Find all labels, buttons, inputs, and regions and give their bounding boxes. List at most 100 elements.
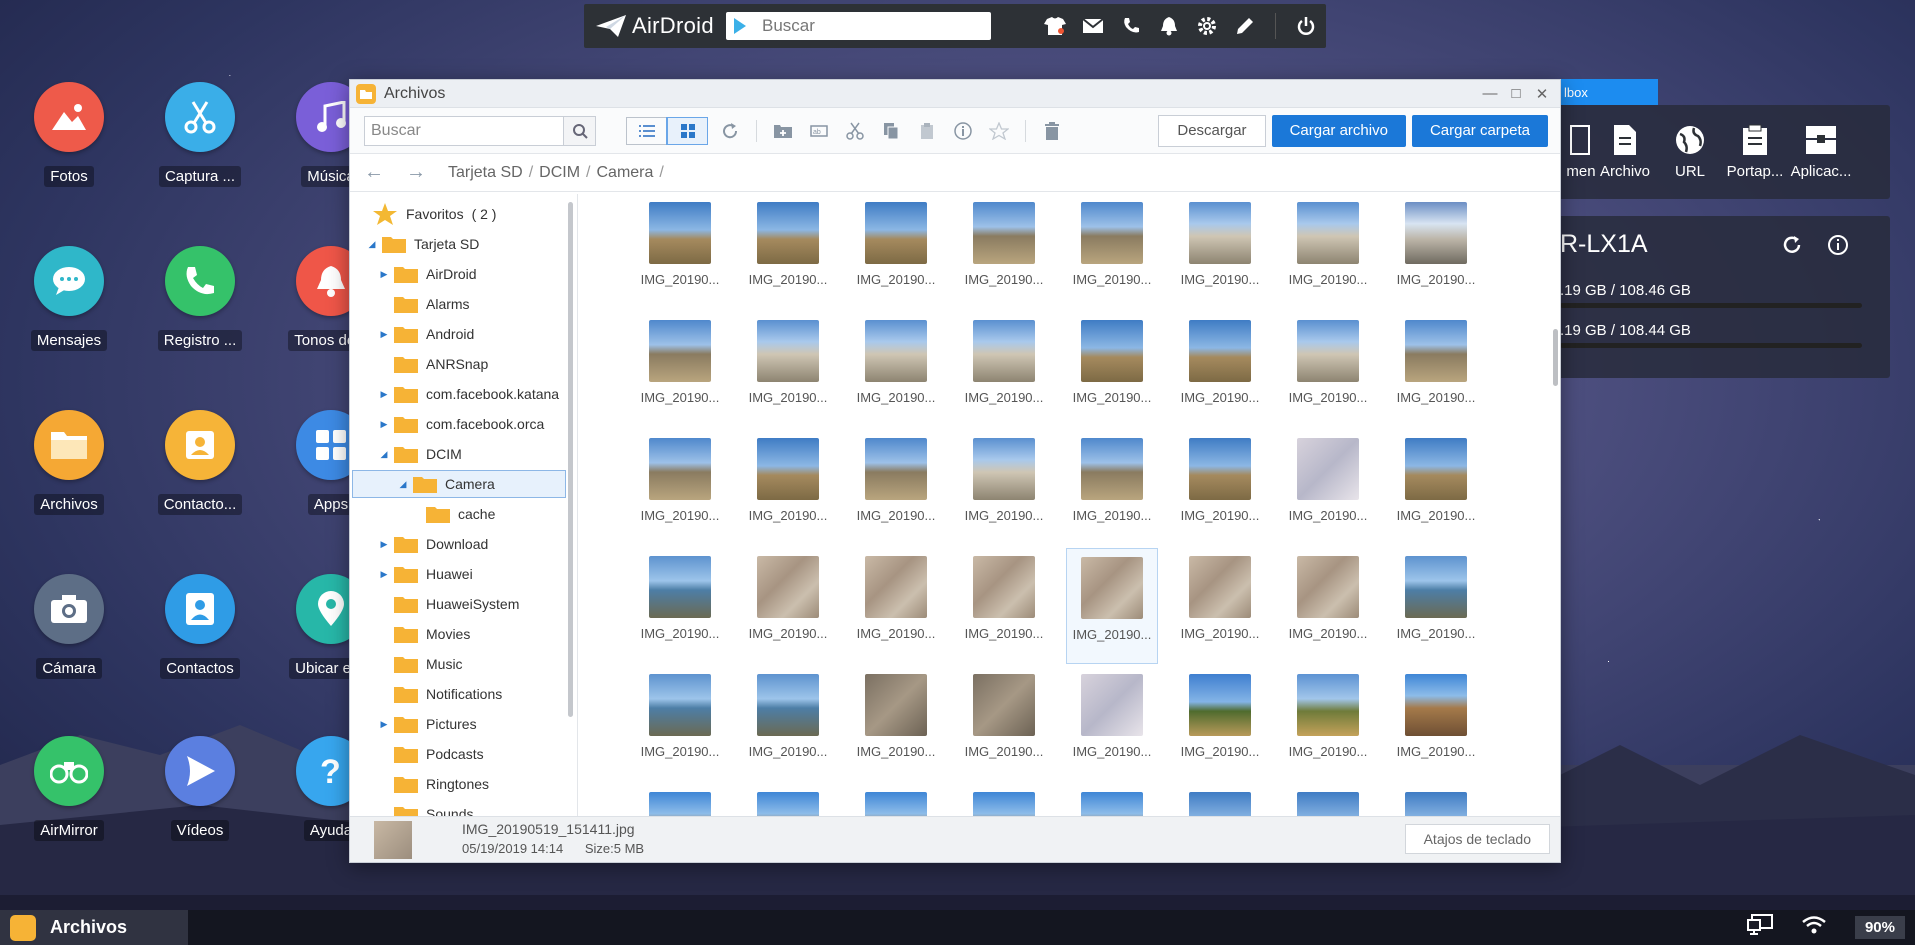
- file-item[interactable]: IMG_20190...: [958, 312, 1050, 428]
- file-item[interactable]: IMG_20190...: [850, 666, 942, 782]
- file-item[interactable]: IMG_20190...: [742, 194, 834, 310]
- tree-item[interactable]: ▶ Huawei: [378, 560, 473, 588]
- expanded-icon[interactable]: ◢: [378, 449, 390, 460]
- bell-icon[interactable]: [1157, 14, 1181, 38]
- tree-item[interactable]: ◢ Camera: [352, 470, 566, 498]
- grid-scrollbar[interactable]: [1553, 329, 1558, 386]
- tree-item[interactable]: ▶ Pictures: [378, 710, 477, 738]
- forward-icon[interactable]: →: [406, 161, 428, 184]
- copy-icon[interactable]: [877, 118, 905, 144]
- file-item[interactable]: IMG_20190...: [850, 194, 942, 310]
- file-item[interactable]: IMG_20190...: [1390, 194, 1482, 310]
- expanded-icon[interactable]: ◢: [397, 479, 409, 490]
- file-item[interactable]: IMG_20190...: [634, 666, 726, 782]
- tree-item[interactable]: Ringtones: [378, 770, 489, 798]
- tree-favorites[interactable]: Favoritos ( 2 ): [372, 200, 496, 228]
- toolbox-item-url[interactable]: URL: [1655, 123, 1725, 180]
- file-item[interactable]: IMG_20190...: [1066, 430, 1158, 546]
- file-item[interactable]: IMG_20190...: [958, 666, 1050, 782]
- tree-item-sd[interactable]: ◢ Tarjeta SD: [366, 230, 479, 258]
- file-item[interactable]: IMG_20190...: [1174, 666, 1266, 782]
- file-item[interactable]: IMG_20190...: [742, 312, 834, 428]
- grid-view-icon[interactable]: [666, 116, 708, 145]
- file-item[interactable]: IMG_20190...: [1174, 312, 1266, 428]
- back-icon[interactable]: ←: [364, 161, 386, 184]
- maximize-icon[interactable]: □: [1506, 85, 1526, 103]
- tree-item[interactable]: Alarms: [378, 290, 470, 318]
- file-item[interactable]: IMG_20190...: [1066, 666, 1158, 782]
- tree-item[interactable]: ▶ Android: [378, 320, 474, 348]
- toolbox-item-apps[interactable]: Aplicac...: [1786, 123, 1856, 180]
- file-item[interactable]: IMG_20190...: [634, 430, 726, 546]
- airdroid-logo[interactable]: AirDroid: [596, 13, 726, 39]
- file-item[interactable]: IMG_20190...: [850, 784, 942, 818]
- file-item[interactable]: IMG_20190...: [1174, 194, 1266, 310]
- desktop-app-contacts-card[interactable]: Contacto...: [145, 410, 255, 520]
- desktop-app-scissors[interactable]: Captura ...: [145, 82, 255, 192]
- tree-item[interactable]: Movies: [378, 620, 470, 648]
- file-item[interactable]: IMG_20190...: [850, 548, 942, 664]
- monitor-icon[interactable]: [1746, 914, 1773, 941]
- file-item[interactable]: IMG_20190...: [1066, 194, 1158, 310]
- collapsed-icon[interactable]: ▶: [378, 269, 390, 280]
- desktop-app-call-log[interactable]: Registro ...: [145, 246, 255, 356]
- upload-folder-button[interactable]: Cargar carpeta: [1411, 114, 1548, 147]
- file-item[interactable]: IMG_20190...: [1282, 784, 1374, 818]
- file-item[interactable]: IMG_20190...: [1174, 430, 1266, 546]
- expanded-icon[interactable]: ◢: [366, 239, 378, 250]
- file-item[interactable]: IMG_20190...: [1282, 548, 1374, 664]
- file-item[interactable]: IMG_20190...: [850, 430, 942, 546]
- breadcrumb-camera[interactable]: Camera: [597, 164, 654, 182]
- file-item[interactable]: IMG_20190...: [1282, 666, 1374, 782]
- info-icon[interactable]: [1827, 234, 1849, 261]
- star-icon[interactable]: [985, 118, 1013, 144]
- desktop-app-chat[interactable]: Mensajes: [14, 246, 124, 356]
- desktop-app-folder[interactable]: Archivos: [14, 410, 124, 520]
- phone-icon[interactable]: [1119, 14, 1143, 38]
- file-item[interactable]: IMG_20190...: [742, 784, 834, 818]
- file-item[interactable]: IMG_20190...: [1390, 312, 1482, 428]
- tree-item[interactable]: ◢ DCIM: [378, 440, 462, 468]
- file-item[interactable]: IMG_20190...: [1390, 430, 1482, 546]
- collapsed-icon[interactable]: ▶: [378, 539, 390, 550]
- file-item[interactable]: IMG_20190...: [1066, 548, 1158, 664]
- search-icon[interactable]: [563, 116, 595, 145]
- new-folder-icon[interactable]: [769, 118, 797, 144]
- refresh-icon[interactable]: [1781, 234, 1803, 261]
- window-titlebar[interactable]: Archivos — □ ✕: [350, 80, 1560, 108]
- file-item[interactable]: IMG_20190...: [634, 312, 726, 428]
- tree-item[interactable]: ▶ AirDroid: [378, 260, 477, 288]
- file-item[interactable]: IMG_20190...: [742, 548, 834, 664]
- tree-item[interactable]: Notifications: [378, 680, 502, 708]
- collapsed-icon[interactable]: ▶: [378, 719, 390, 730]
- power-icon[interactable]: [1294, 14, 1318, 38]
- desktop-app-contact[interactable]: Contactos: [145, 574, 255, 684]
- tshirt-icon[interactable]: [1043, 14, 1067, 38]
- tree-item[interactable]: Music: [378, 650, 463, 678]
- desktop-app-camera[interactable]: Cámara: [14, 574, 124, 684]
- collapsed-icon[interactable]: ▶: [378, 419, 390, 430]
- file-item[interactable]: IMG_20190...: [1282, 312, 1374, 428]
- edit-icon[interactable]: [1233, 14, 1257, 38]
- file-item[interactable]: IMG_20190...: [958, 430, 1050, 546]
- gear-icon[interactable]: [1195, 14, 1219, 38]
- file-item[interactable]: IMG_20190...: [958, 548, 1050, 664]
- file-item[interactable]: IMG_20190...: [634, 784, 726, 818]
- mail-icon[interactable]: [1081, 14, 1105, 38]
- keyboard-shortcuts-button[interactable]: Atajos de teclado: [1404, 824, 1550, 854]
- rename-icon[interactable]: ab: [805, 118, 833, 144]
- minimize-icon[interactable]: —: [1480, 85, 1500, 103]
- file-search-input[interactable]: Buscar: [364, 115, 596, 146]
- breadcrumb-dcim[interactable]: DCIM: [539, 164, 580, 182]
- tree-item[interactable]: ▶ com.facebook.katana: [378, 380, 559, 408]
- file-item[interactable]: IMG_20190...: [1174, 548, 1266, 664]
- file-item[interactable]: IMG_20190...: [1066, 312, 1158, 428]
- close-icon[interactable]: ✕: [1532, 85, 1552, 103]
- collapsed-icon[interactable]: ▶: [378, 389, 390, 400]
- toolbox-item-file[interactable]: Archivo: [1590, 123, 1660, 180]
- tree-item[interactable]: ▶ Download: [378, 530, 488, 558]
- breadcrumb-sd[interactable]: Tarjeta SD: [448, 164, 523, 182]
- top-search-input[interactable]: Buscar: [726, 12, 991, 40]
- file-item[interactable]: IMG_20190...: [634, 194, 726, 310]
- delete-icon[interactable]: [1038, 118, 1066, 144]
